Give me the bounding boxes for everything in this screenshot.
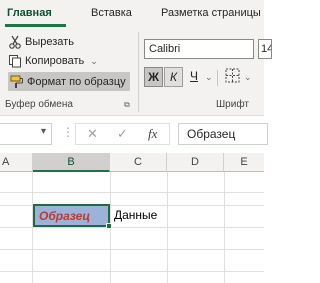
font-size-select[interactable]: 14: [258, 39, 272, 59]
fill-handle[interactable]: [106, 223, 112, 229]
cell-value[interactable]: Данные: [114, 208, 157, 222]
borders-icon[interactable]: [225, 68, 240, 83]
clipboard-group-label: Буфер обмена: [5, 99, 73, 110]
more-options-icon[interactable]: ⋮: [62, 125, 74, 139]
cut-label: Вырезать: [25, 36, 74, 48]
name-box-dropdown-icon[interactable]: ▾: [41, 126, 46, 137]
column-header-a[interactable]: A: [0, 153, 33, 172]
tab-page-layout[interactable]: Разметка страницы: [161, 7, 261, 19]
borders-dropdown-icon[interactable]: ⌄: [244, 72, 252, 83]
chevron-down-icon[interactable]: ⌄: [90, 56, 98, 67]
column-header-e[interactable]: E: [224, 153, 264, 172]
active-tab-indicator: [5, 24, 66, 27]
font-divider: [217, 70, 218, 86]
dialog-launcher-icon[interactable]: ⧉: [124, 100, 130, 110]
active-cell-text: Образец: [39, 209, 91, 223]
bold-button[interactable]: Ж: [144, 67, 163, 87]
grid-line: [0, 249, 264, 250]
font-group-label: Шрифт: [216, 99, 249, 110]
active-cell[interactable]: Образец: [33, 204, 112, 229]
tab-home[interactable]: Главная: [7, 7, 52, 19]
enter-icon[interactable]: ✓: [117, 126, 128, 142]
underline-dropdown-icon[interactable]: ⌄: [205, 72, 213, 83]
paintbrush-icon: [10, 75, 24, 89]
formula-bar: ▾ ⋮ ✕ ✓ fx Образец: [0, 115, 268, 149]
format-painter-button[interactable]: Формат по образцу: [8, 72, 130, 91]
font-name-select[interactable]: Calibri: [144, 39, 254, 59]
italic-button[interactable]: К: [164, 67, 183, 87]
copy-icon: [8, 54, 22, 68]
column-header-d[interactable]: D: [167, 153, 224, 172]
cancel-icon[interactable]: ✕: [87, 126, 98, 142]
formula-input[interactable]: Образец: [178, 123, 268, 145]
grid-line: [0, 192, 264, 193]
tab-insert[interactable]: Вставка: [91, 7, 132, 19]
scissors-icon: [8, 35, 22, 49]
column-header-c[interactable]: C: [110, 153, 167, 172]
insert-function-icon[interactable]: fx: [148, 126, 157, 142]
underline-button[interactable]: Ч: [187, 67, 201, 87]
ribbon-group-divider: [138, 32, 139, 112]
copy-button[interactable]: Копировать ⌄: [8, 54, 98, 68]
grid-line: [0, 227, 264, 228]
name-box[interactable]: ▾: [0, 123, 52, 145]
grid-line: [0, 271, 264, 272]
copy-label: Копировать: [25, 55, 85, 67]
column-header-b[interactable]: B: [33, 153, 110, 172]
format-painter-label: Формат по образцу: [27, 75, 126, 88]
worksheet-grid[interactable]: A B C D E Образец Данные: [0, 149, 264, 283]
ribbon-tabs: Главная Вставка Разметка страницы: [0, 0, 264, 28]
cut-button[interactable]: Вырезать: [8, 35, 74, 49]
